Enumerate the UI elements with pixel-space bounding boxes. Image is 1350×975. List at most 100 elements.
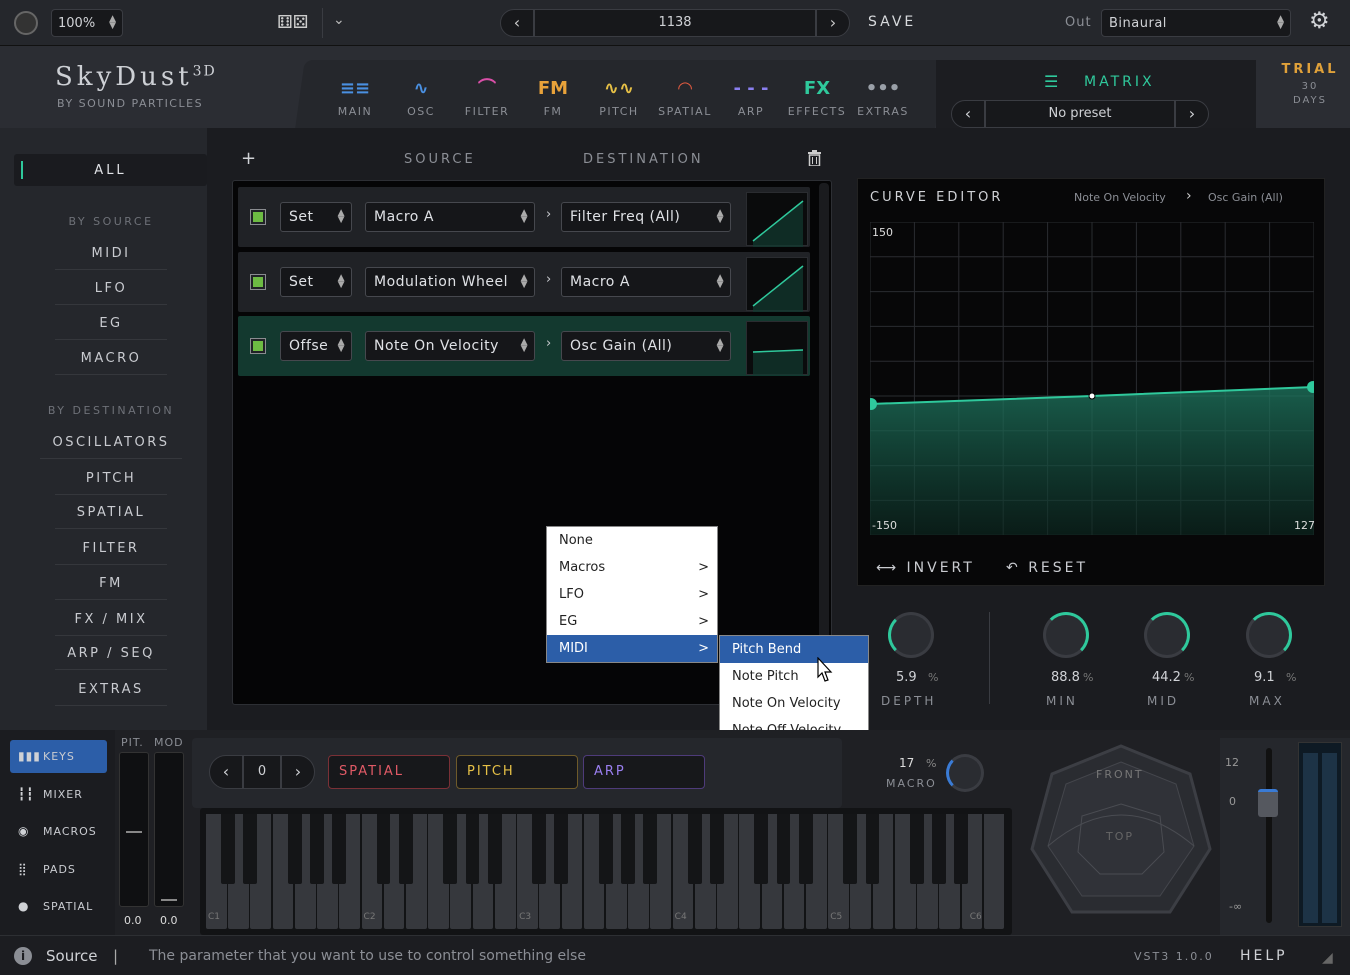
matrix-preset-next[interactable]: › <box>1175 100 1209 128</box>
add-row-button[interactable]: + <box>241 148 256 169</box>
filter-destination-item[interactable]: ARP / SEQ <box>55 646 167 670</box>
black-key[interactable] <box>287 814 302 884</box>
matrix-row[interactable]: Offse ▲ ▼ Note On Velocity ▲ ▼ › Osc Gain (All)… <box>238 316 810 376</box>
zoom-select[interactable]: 100% ▲ ▼ <box>51 9 123 37</box>
filter-destination-item[interactable]: PITCH <box>55 471 167 495</box>
black-key[interactable] <box>443 814 458 884</box>
menu-item-macros[interactable]: Macros > <box>547 554 717 581</box>
piano-keyboard[interactable]: C1 C2 C3 C4 C5 C6 <box>200 808 1012 935</box>
trial-badge[interactable]: TRIAL 30 DAYS <box>1270 60 1350 128</box>
logo-icon[interactable] <box>14 11 38 35</box>
black-key[interactable] <box>465 814 480 884</box>
menu-item-none[interactable]: None <box>547 527 717 554</box>
gear-icon[interactable]: ⚙ <box>1309 8 1330 34</box>
tab-main[interactable]: ≡≡ MAIN <box>322 76 388 118</box>
submenu-item[interactable]: Pitch Bend <box>720 636 868 663</box>
tab-filter[interactable]: ⌒ FILTER <box>454 76 520 118</box>
spatial-key-mode[interactable]: SPATIAL <box>328 755 450 789</box>
black-key[interactable] <box>243 814 258 884</box>
black-key[interactable] <box>910 814 924 884</box>
black-key[interactable] <box>643 814 658 884</box>
chevron-down-icon[interactable]: ⌄ <box>333 12 345 28</box>
save-button[interactable]: SAVE <box>868 14 916 30</box>
menu-item-eg[interactable]: EG > <box>547 608 717 635</box>
source-select[interactable]: Note On Velocity ▲ ▼ <box>365 331 535 361</box>
octave-down-button[interactable]: ‹ <box>209 755 243 789</box>
bottom-tab-pads[interactable]: ⣿ PADS <box>10 853 107 886</box>
mod-wheel[interactable] <box>154 752 184 907</box>
black-key[interactable] <box>398 814 413 884</box>
tab-pitch[interactable]: ∿∿ PITCH <box>586 76 652 118</box>
filter-destination-item[interactable]: EXTRAS <box>55 682 167 706</box>
black-key[interactable] <box>221 814 235 884</box>
preset-number[interactable]: 1138 <box>534 9 816 37</box>
row-enable-checkbox[interactable] <box>250 338 266 354</box>
tab-osc[interactable]: ∿ OSC <box>388 76 454 118</box>
matrix-row[interactable]: Set ▲ ▼ Modulation Wheel ▲ ▼ › Macro A ▲ ▼ <box>238 251 810 312</box>
black-key[interactable] <box>932 814 946 884</box>
reset-button[interactable]: ↶ RESET <box>1006 560 1088 576</box>
pitch-key-mode[interactable]: PITCH <box>456 755 578 789</box>
black-key[interactable] <box>621 814 635 884</box>
submenu-item[interactable]: Note Pitch <box>720 663 868 690</box>
tab-spatial[interactable]: ◠ SPATIAL <box>652 76 718 118</box>
filter-destination-item[interactable]: FM <box>55 576 167 600</box>
curve-graph[interactable] <box>865 221 1319 536</box>
bottom-tab-macros[interactable]: ◉ MACROS <box>10 815 107 848</box>
row-enable-checkbox[interactable] <box>250 209 266 225</box>
black-key[interactable] <box>554 814 569 884</box>
filter-source-macro[interactable]: MACRO <box>55 351 167 375</box>
filter-all-button[interactable]: ALL <box>14 154 207 186</box>
knob-mid[interactable] <box>1144 612 1190 658</box>
black-key[interactable] <box>843 814 858 884</box>
submenu-item[interactable]: Note On Velocity <box>720 690 868 717</box>
knob-min[interactable] <box>1043 612 1089 658</box>
trash-icon[interactable] <box>808 150 821 167</box>
invert-button[interactable]: ⟷ INVERT <box>876 560 975 576</box>
filter-destination-item[interactable]: FILTER <box>55 541 167 565</box>
curve-thumbnail[interactable] <box>746 256 808 312</box>
random-dice-icon[interactable]: ⚅⚄ <box>277 12 308 33</box>
knob-depth[interactable] <box>888 612 934 658</box>
black-key[interactable] <box>865 814 880 884</box>
mode-select[interactable]: Offse ▲ ▼ <box>280 331 352 361</box>
filter-source-midi[interactable]: MIDI <box>55 246 167 270</box>
bottom-tab-keys[interactable]: ▮▮▮ KEYS <box>10 740 107 773</box>
knob-max[interactable] <box>1246 612 1292 658</box>
destination-select[interactable]: Macro A ▲ ▼ <box>561 266 731 297</box>
tab-arp[interactable]: - - - ARP <box>718 76 784 118</box>
tab-extras[interactable]: ••• EXTRAS <box>850 76 916 118</box>
tab-effects[interactable]: FX EFFECTS <box>784 76 850 118</box>
filter-destination-item[interactable]: OSCILLATORS <box>40 435 182 459</box>
white-key[interactable] <box>983 814 1005 929</box>
black-key[interactable] <box>598 814 613 884</box>
filter-destination-item[interactable]: FX / MIX <box>55 612 167 636</box>
menu-item-midi[interactable]: MIDI > <box>547 635 717 662</box>
matrix-preset-select[interactable]: No preset <box>985 100 1175 128</box>
black-key[interactable] <box>376 814 391 884</box>
curve-thumbnail[interactable] <box>746 192 808 247</box>
help-button[interactable]: HELP <box>1240 948 1288 964</box>
menu-item-lfo[interactable]: LFO > <box>547 581 717 608</box>
resize-grip-icon[interactable]: ◢ <box>1322 950 1333 966</box>
macro-knob[interactable] <box>946 754 984 792</box>
destination-select[interactable]: Osc Gain (All) ▲ ▼ <box>561 331 731 361</box>
matrix-row[interactable]: Set ▲ ▼ Macro A ▲ ▼ › Filter Freq (All) ▲ ▼ <box>238 187 810 247</box>
octave-up-button[interactable]: › <box>281 755 315 789</box>
black-key[interactable] <box>487 814 502 884</box>
filter-source-lfo[interactable]: LFO <box>55 281 167 305</box>
destination-select[interactable]: Filter Freq (All) ▲ ▼ <box>561 202 731 232</box>
black-key[interactable] <box>954 814 969 884</box>
black-key[interactable] <box>798 814 813 884</box>
mode-select[interactable]: Set ▲ ▼ <box>280 266 352 297</box>
black-key[interactable] <box>687 814 702 884</box>
mode-select[interactable]: Set ▲ ▼ <box>280 202 352 232</box>
row-enable-checkbox[interactable] <box>250 273 266 290</box>
output-select[interactable]: Binaural ▲ ▼ <box>1101 9 1291 37</box>
preset-prev-button[interactable]: ‹ <box>500 9 534 37</box>
output-gain-slider[interactable] <box>1266 748 1272 923</box>
source-select[interactable]: Modulation Wheel ▲ ▼ <box>365 266 535 297</box>
arp-key-mode[interactable]: ARP <box>583 755 705 789</box>
black-key[interactable] <box>710 814 724 884</box>
scrollbar[interactable] <box>819 183 829 703</box>
